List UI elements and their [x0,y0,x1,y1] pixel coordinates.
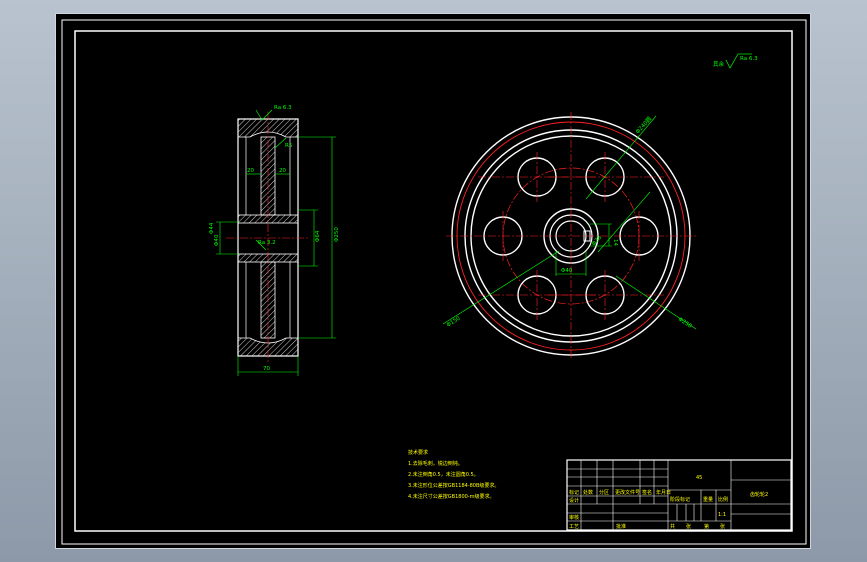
tb-material: 45 [696,475,702,481]
dim-ra-bore: Ra 3.2 [258,240,276,246]
front-view[interactable]: Φ240圆 Φ150 Φ250 Φ38 14 Φ40 [442,112,697,360]
dim-bolt-circle: Φ150 [446,315,462,328]
dim-web-right: 20 [279,168,286,174]
svg-text:其余: 其余 [713,60,725,68]
dim-web-left: 20 [247,168,254,174]
surface-note: 其余 Ra 6.3 [713,53,758,69]
tb-mark: 标记 [569,489,579,496]
section-view[interactable]: Ra 6.3 R5 20 20 Φ250 Φ64 Φ40 Φ44 Ra 3.2 … [209,105,340,376]
tech-note-3: 3.未注形位公差按GB1184-80B级要求。 [408,482,499,489]
tb-sheets: 张 [686,523,691,530]
tb-signature: 签名 [642,489,652,496]
tb-sheet: 张 [720,523,725,530]
dim-hub-bore: Φ40 [561,268,573,274]
dim-outer-bottom: Φ250 [677,317,693,330]
dim-rim-top: Φ240圆 [634,115,653,135]
tb-reviewer: 审核 [569,514,579,521]
tb-scale: 比例 [718,496,728,503]
dim-bore-dia: Φ40 [214,234,220,246]
tech-note-4: 4.未注尺寸公差按GB1800-m级要求。 [408,493,494,500]
cad-viewport[interactable]: Ra 6.3 R5 20 20 Φ250 Φ64 Φ40 Φ44 Ra 3.2 … [55,13,811,549]
cad-drawing[interactable]: Ra 6.3 R5 20 20 Φ250 Φ64 Φ40 Φ44 Ra 3.2 … [56,14,812,550]
dim-outer-dia: Φ250 [334,227,340,242]
dim-hub-dia: Φ64 [315,230,321,242]
tb-stage: 阶段标记 [670,496,690,503]
tech-notes: 技术要求 1.去除毛刺，锐边倒钝。 2.未注倒角0.5，未注圆角0.5。 3.未… [408,449,499,500]
tech-notes-title: 技术要求 [408,449,428,456]
tb-approve: 批准 [616,523,626,530]
tb-date: 年月日 [656,489,671,496]
title-block[interactable]: 45 齿轮轮2 标记 处数 分区 更改文件号 签名 年月日 阶段标记 重量 比例… [566,459,792,531]
dim-r5: R5 [285,143,293,149]
dim-hole-dia: Φ38 [591,235,603,248]
dim-key-width: 14 [612,239,618,246]
tb-zone: 分区 [599,489,609,496]
tb-ratio: 1:1 [718,512,726,518]
tech-note-1: 1.去除毛刺，锐边倒钝。 [408,460,463,467]
tb-page: 第 [704,523,709,530]
svg-text:Ra 6.3: Ra 6.3 [740,56,758,62]
dim-width: 70 [263,366,270,372]
tb-change-doc: 更改文件号 [615,489,640,496]
tb-process: 工艺 [569,524,579,530]
tb-count: 处数 [583,489,593,496]
tb-total: 共 [670,523,675,530]
dim-keyway: Φ44 [209,222,215,234]
tb-part-name: 齿轮轮2 [750,491,768,498]
tb-designer: 设计 [569,497,579,504]
tech-note-2: 2.未注倒角0.5，未注圆角0.5。 [408,471,479,478]
dim-ra-top: Ra 6.3 [274,105,292,111]
inner-frame [74,30,793,532]
tb-weight: 重量 [703,496,713,503]
